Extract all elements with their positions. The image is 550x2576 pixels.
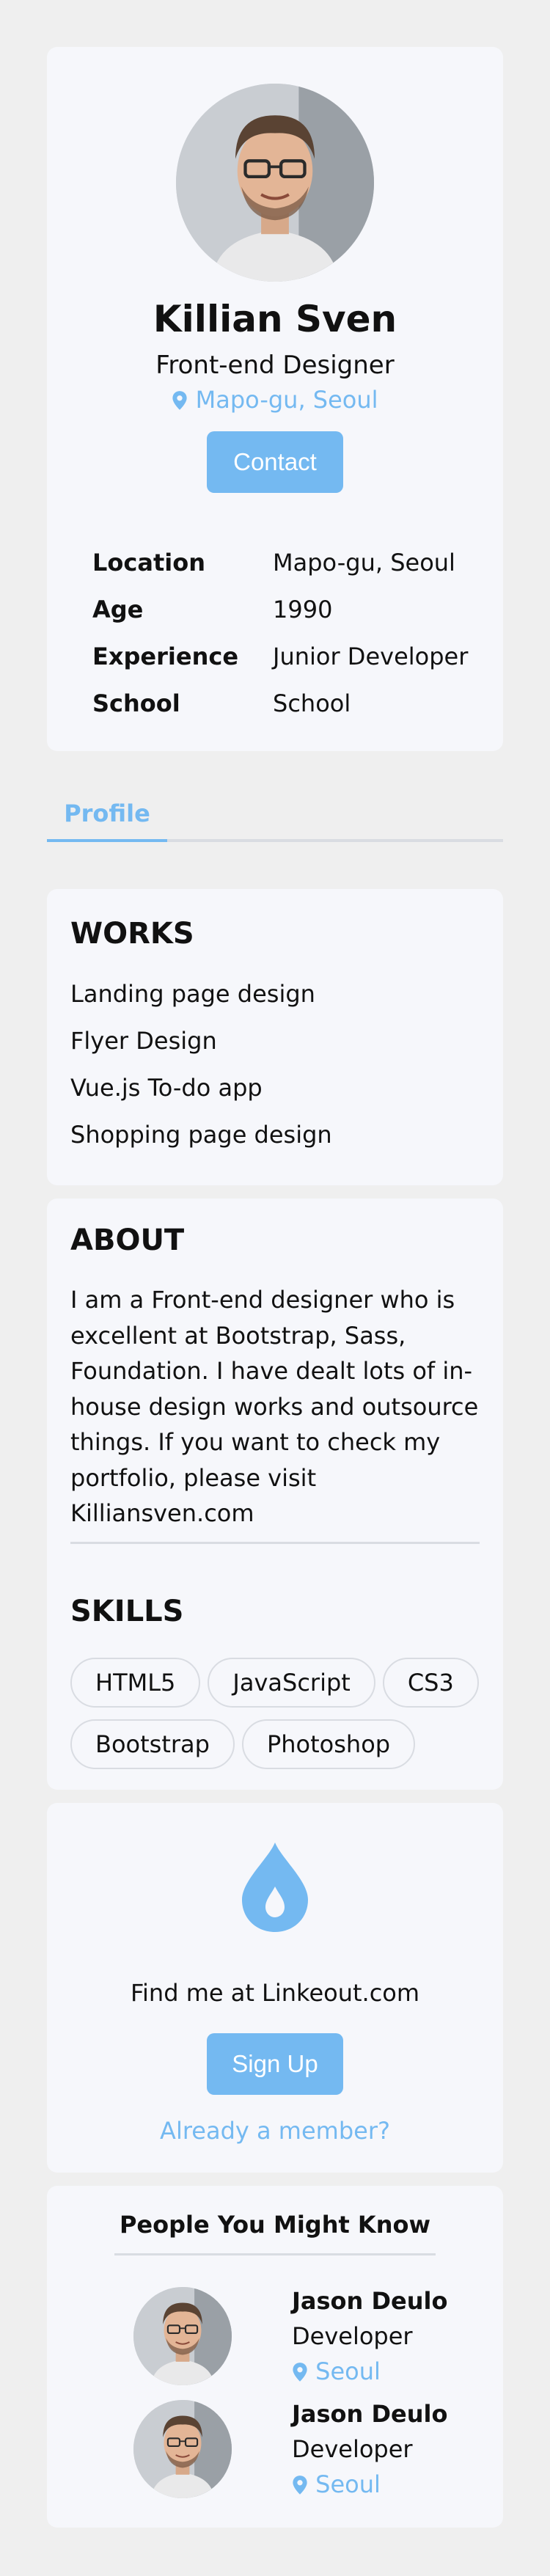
info-row: Age 1990 (92, 596, 488, 643)
info-table: Location Mapo-gu, Seoul Age 1990 Experie… (92, 549, 488, 736)
skills-list: HTML5 JavaScript CS3 Bootstrap Photoshop (70, 1658, 488, 1781)
linkeout-card: Find me at Linkeout.com Sign Up Already … (47, 1803, 503, 2173)
info-value: 1990 (273, 596, 333, 623)
person-photo (133, 2400, 232, 2498)
about-card: ABOUT I am a Front-end designer who is e… (47, 1199, 503, 1790)
person-role: Developer (292, 2322, 413, 2350)
location-pin-icon (293, 2363, 307, 2382)
divider (114, 2253, 436, 2255)
info-key: School (92, 689, 180, 717)
avatar (133, 2287, 232, 2385)
info-key: Age (92, 596, 144, 623)
location-pin-icon (172, 391, 188, 410)
info-value: Mapo-gu, Seoul (273, 549, 455, 577)
list-item: Landing page design (70, 980, 315, 1008)
tab-profile[interactable]: Profile (47, 799, 167, 842)
sign-up-button[interactable]: Sign Up (207, 2033, 343, 2095)
info-row: Experience Junior Developer (92, 643, 488, 689)
already-member-link[interactable]: Already a member? (47, 2117, 503, 2145)
person-location: Seoul (292, 2357, 381, 2385)
profile-location: Mapo-gu, Seoul (47, 386, 503, 414)
page: Killian Sven Front-end Designer Mapo-gu,… (0, 0, 550, 2576)
tab-bar: Profile (47, 799, 503, 842)
person-role: Developer (292, 2435, 413, 2463)
location-pin-icon (293, 2476, 307, 2495)
person-name: Jason Deulo (292, 2287, 448, 2315)
about-heading: ABOUT (70, 1223, 185, 1257)
info-value: Junior Developer (273, 643, 469, 670)
about-text: I am a Front-end designer who is excelle… (70, 1286, 479, 1527)
people-heading: People You Might Know (119, 2211, 431, 2239)
people-card: People You Might Know Jason Deulo Develo… (47, 2186, 503, 2528)
info-key: Location (92, 549, 205, 577)
profile-location-text: Mapo-gu, Seoul (195, 386, 378, 414)
linkeout-text: Find me at Linkeout.com (130, 1979, 420, 2007)
profile-card: Killian Sven Front-end Designer Mapo-gu,… (47, 47, 503, 751)
person-name: Jason Deulo (292, 2400, 448, 2428)
person-location-text: Seoul (315, 2470, 381, 2498)
contact-button[interactable]: Contact (207, 431, 343, 493)
person-location-text: Seoul (315, 2357, 381, 2385)
person-item[interactable]: Jason Deulo Developer Seoul (133, 2400, 456, 2503)
skill-chip[interactable]: Photoshop (241, 1719, 416, 1769)
person-location: Seoul (292, 2470, 381, 2498)
works-card: WORKS Landing page design Flyer Design V… (47, 889, 503, 1185)
person-photo (176, 84, 374, 282)
skill-chip[interactable]: CS3 (382, 1658, 479, 1708)
info-row: School School (92, 689, 488, 736)
works-heading: WORKS (70, 917, 194, 951)
person-item[interactable]: Jason Deulo Developer Seoul (133, 2287, 456, 2390)
skill-chip[interactable]: JavaScript (208, 1658, 375, 1708)
works-list: Landing page design Flyer Design Vue.js … (70, 980, 332, 1168)
info-value: School (273, 689, 351, 717)
drop-icon (242, 1843, 308, 1932)
divider (70, 1542, 480, 1544)
skill-chip[interactable]: HTML5 (70, 1658, 201, 1708)
profile-title: Front-end Designer (155, 351, 395, 380)
avatar (133, 2400, 232, 2498)
info-row: Location Mapo-gu, Seoul (92, 549, 488, 596)
person-photo (133, 2287, 232, 2385)
skill-chip[interactable]: Bootstrap (70, 1719, 235, 1769)
info-key: Experience (92, 643, 239, 670)
list-item: Flyer Design (70, 1027, 217, 1055)
list-item: Vue.js To-do app (70, 1074, 263, 1102)
skills-heading: SKILLS (70, 1595, 184, 1628)
list-item: Shopping page design (70, 1121, 332, 1149)
avatar (176, 84, 374, 282)
profile-name: Killian Sven (153, 298, 397, 340)
